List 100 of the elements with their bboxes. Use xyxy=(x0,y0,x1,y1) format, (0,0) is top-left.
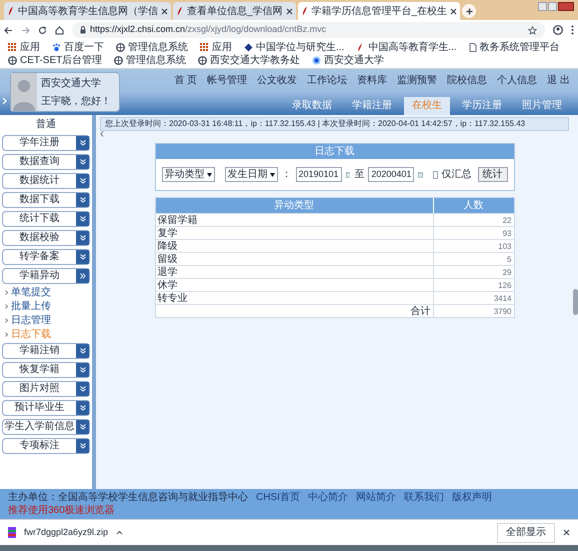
sidebar-button[interactable]: 统计下载 xyxy=(2,211,90,227)
total-label: 合计 xyxy=(156,305,434,317)
sidebar-button[interactable]: 学生入学前信息 xyxy=(2,419,90,435)
globe-icon xyxy=(8,56,17,65)
double-chevron-down-icon xyxy=(80,367,86,373)
quill-logo-icon xyxy=(300,6,309,16)
close-icon[interactable] xyxy=(161,8,168,14)
sidebar-subitem[interactable]: 日志管理 xyxy=(5,315,51,326)
back-arrow-icon[interactable] xyxy=(4,26,13,34)
browser-tab[interactable]: 学籍学历信息管理平台_在校生 xyxy=(298,2,460,20)
close-icon[interactable] xyxy=(563,529,570,536)
apps-grid-icon xyxy=(200,43,209,52)
close-icon[interactable] xyxy=(286,8,293,14)
sidebar-subitem[interactable]: 批量上传 xyxy=(5,301,51,312)
top-nav-link[interactable]: 监测预警 xyxy=(397,73,438,91)
table-cell-text: 29 xyxy=(502,267,512,278)
show-all-button[interactable]: 全部显示 xyxy=(497,522,555,542)
sidebar-button[interactable]: 图片对照 xyxy=(2,381,90,397)
top-nav-link[interactable]: 个人信息 xyxy=(497,73,538,91)
paw-icon xyxy=(52,43,61,52)
close-icon[interactable] xyxy=(450,8,458,14)
sidebar-button[interactable]: 数据查询 xyxy=(2,154,90,170)
bookmark-link[interactable]: CET-SET后台管理 xyxy=(8,54,102,67)
footer-link[interactable]: CHSI首页 xyxy=(256,491,300,504)
sidebar-button[interactable]: 学年注册 xyxy=(2,135,90,151)
caret-up-icon[interactable] xyxy=(116,530,124,535)
top-nav-link[interactable]: 首 页 xyxy=(174,73,198,91)
bookmark-link[interactable]: 西安交通大学 xyxy=(312,54,384,67)
chevron-right-icon xyxy=(5,304,8,309)
bookmark-link[interactable]: 应用 xyxy=(200,41,232,54)
table-cell-text: 126 xyxy=(497,280,512,291)
sidebar-button[interactable]: 学籍异动 xyxy=(2,268,90,284)
archive-file-icon xyxy=(8,527,16,538)
sidebar-subitem[interactable]: 单笔提交 xyxy=(5,287,51,298)
dropdown-icon xyxy=(270,172,274,176)
home-icon[interactable] xyxy=(55,26,64,34)
table-cell: 复学 xyxy=(156,227,434,239)
footer-link[interactable]: 网站简介 xyxy=(356,491,396,504)
bookmark-link[interactable]: 西安交通大学教务处 xyxy=(198,54,300,67)
sidebar-button[interactable]: 数据校验 xyxy=(2,230,90,246)
total-cell-text: 3790 xyxy=(492,306,512,317)
diamond-icon xyxy=(244,43,253,52)
sponsor-text: 主办单位：全国高等学校学生信息咨询与就业指导中心 xyxy=(8,491,248,504)
sidebar-heading: 普通 xyxy=(36,118,56,132)
top-nav-link[interactable]: 工作论坛 xyxy=(307,73,348,91)
bookmark-link[interactable]: 百度一下 xyxy=(52,41,104,54)
date-to-field[interactable]: 20200401 xyxy=(368,167,414,182)
chevron-right-icon[interactable] xyxy=(2,97,7,105)
browser-recommendation: 推荐使用360极速浏览器 xyxy=(8,504,115,517)
double-chevron-down-icon xyxy=(80,386,86,392)
sidebar-button[interactable]: 学籍注销 xyxy=(2,343,90,359)
count-button[interactable]: 统计 xyxy=(478,167,508,182)
date-select[interactable]: 发生日期 xyxy=(224,167,278,182)
globe-icon xyxy=(116,43,125,52)
sidebar-button[interactable]: 数据下载 xyxy=(2,192,90,208)
sidebar-button[interactable]: 恢复学籍 xyxy=(2,362,90,378)
top-nav-link[interactable]: 退 出 xyxy=(547,73,570,91)
table-cell-text: 5 xyxy=(506,254,512,265)
bookmark-link[interactable]: 应用 xyxy=(8,41,40,54)
top-nav-link[interactable]: 公文收发 xyxy=(257,73,298,91)
checkbox-label: 仅汇总 xyxy=(442,168,472,182)
top-nav-link[interactable]: 资料库 xyxy=(357,73,388,91)
table-cell: 保留学籍 xyxy=(156,214,434,226)
double-chevron-down-icon xyxy=(80,216,86,222)
browser-tab[interactable]: 中国高等教育学生信息网（学信 xyxy=(4,2,171,20)
type-select[interactable]: 异动类型 xyxy=(162,167,214,182)
sidebar-button[interactable]: 预计毕业生 xyxy=(2,400,90,416)
column-header: 异动类型 xyxy=(156,198,434,213)
date-from-field[interactable]: 20190101 xyxy=(296,167,342,182)
download-filename[interactable]: fwr7dggpl2a6yz9l.zip xyxy=(24,526,108,540)
table-cell: 留级 xyxy=(156,253,434,265)
tab-title: 学籍学历信息管理平台_在校生 xyxy=(312,4,448,18)
more-menu-icon[interactable] xyxy=(571,25,574,35)
new-tab-button[interactable] xyxy=(462,4,476,18)
account-icon[interactable] xyxy=(553,25,563,35)
footer-link[interactable]: 版权声明 xyxy=(452,491,492,504)
seal-icon xyxy=(312,56,322,65)
sidebar-button[interactable]: 数据统计 xyxy=(2,173,90,189)
summary-checkbox[interactable] xyxy=(433,170,438,178)
footer-link[interactable]: 中心简介 xyxy=(308,491,348,504)
reload-icon[interactable] xyxy=(38,26,47,34)
bookmark-link[interactable]: 中国高等教育学生... xyxy=(356,41,457,54)
double-chevron-down-icon xyxy=(80,159,86,165)
bookmark-link[interactable]: 管理信息系统 xyxy=(116,41,188,54)
top-nav-link[interactable]: 院校信息 xyxy=(447,73,488,91)
table-cell: 降级 xyxy=(156,240,434,252)
bookmark-link[interactable]: 教务系统管理平台 xyxy=(468,41,560,54)
bookmark-link[interactable]: 中国学位与研究生... xyxy=(244,41,344,54)
browser-tab[interactable]: 查看单位信息_学信网 xyxy=(173,2,296,20)
double-chevron-down-icon xyxy=(80,405,86,411)
footer-link[interactable]: 联系我们 xyxy=(404,491,444,504)
double-chevron-down-icon xyxy=(80,254,86,260)
address-field[interactable]: https://xjxl2.chsi.com.cn/zxsgl/xjyd/log/download/cntBz.mvc xyxy=(72,22,545,38)
double-chevron-down-icon xyxy=(80,178,86,184)
chevron-right-icon xyxy=(5,318,8,323)
bookmark-link[interactable]: 管理信息系统 xyxy=(114,54,186,67)
star-icon[interactable] xyxy=(528,26,537,34)
sidebar-button[interactable]: 转学备案 xyxy=(2,249,90,265)
sidebar-button[interactable]: 专项标注 xyxy=(2,438,90,454)
top-nav-link[interactable]: 帐号管理 xyxy=(207,73,248,91)
